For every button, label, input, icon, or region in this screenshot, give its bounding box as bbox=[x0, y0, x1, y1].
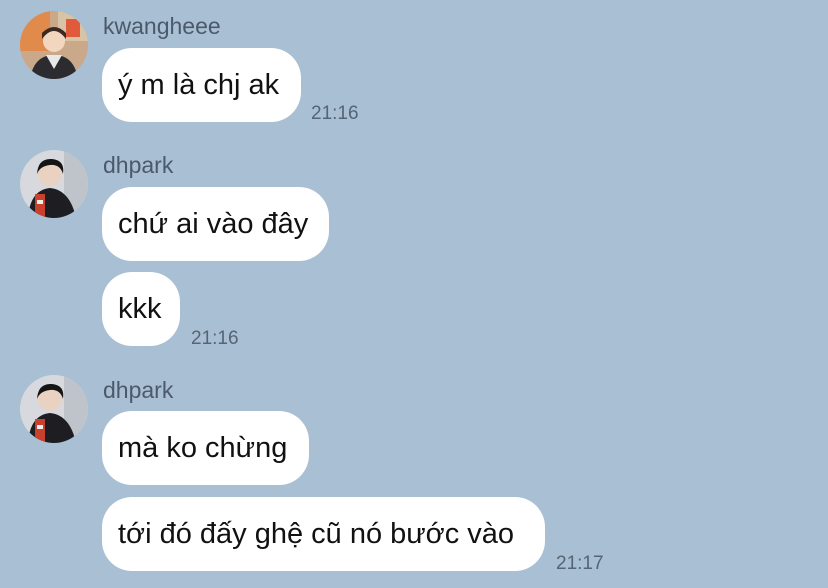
avatar-image bbox=[20, 150, 88, 218]
avatar-image bbox=[20, 11, 88, 79]
message-bubble[interactable]: kkk bbox=[102, 272, 180, 346]
message-time: 21:17 bbox=[556, 553, 604, 574]
sender-name: dhpark bbox=[103, 377, 174, 403]
message-bubble[interactable]: tới đó đấy ghệ cũ nó bước vào bbox=[102, 497, 545, 571]
avatar-image bbox=[20, 375, 88, 443]
avatar-dhpark[interactable] bbox=[20, 150, 88, 218]
message-time: 21:16 bbox=[311, 103, 359, 124]
avatar-kwangheee[interactable] bbox=[20, 11, 88, 79]
chat-area: kwangheee ý m là chj ak 21:16 dhpark chứ… bbox=[0, 0, 828, 588]
message-time: 21:16 bbox=[191, 328, 239, 349]
message-bubble[interactable]: chứ ai vào đây bbox=[102, 187, 329, 261]
message-bubble[interactable]: mà ko chừng bbox=[102, 411, 309, 485]
sender-name: dhpark bbox=[103, 152, 174, 178]
avatar-dhpark[interactable] bbox=[20, 375, 88, 443]
sender-name: kwangheee bbox=[103, 13, 221, 39]
message-bubble[interactable]: ý m là chj ak bbox=[102, 48, 301, 122]
